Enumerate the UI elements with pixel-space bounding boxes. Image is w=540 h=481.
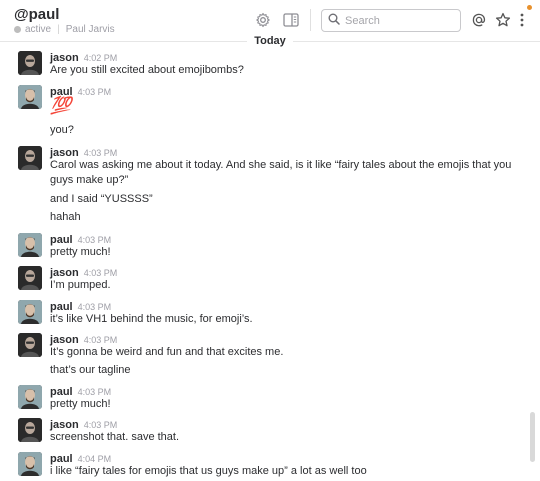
- message-timestamp[interactable]: 4:03 PM: [84, 148, 118, 158]
- message-text: Are you still excited about emojibombs?: [50, 64, 244, 76]
- message-timestamp[interactable]: 4:03 PM: [84, 268, 118, 278]
- presence-separator: |: [57, 24, 60, 35]
- avatar[interactable]: [18, 452, 42, 476]
- search-icon: [328, 12, 340, 30]
- avatar[interactable]: [18, 233, 42, 257]
- avatar[interactable]: [18, 85, 42, 109]
- message-author[interactable]: paul: [50, 234, 73, 246]
- message-text: hahah: [50, 211, 81, 223]
- message-timestamp[interactable]: 4:03 PM: [78, 387, 112, 397]
- search-box[interactable]: [321, 9, 461, 32]
- star-icon[interactable]: [493, 10, 513, 30]
- channel-title[interactable]: @paul: [14, 6, 59, 23]
- message-text: guys make up?”: [50, 174, 129, 186]
- message-author[interactable]: paul: [50, 453, 73, 465]
- at-icon[interactable]: [469, 10, 489, 30]
- message-author[interactable]: jason: [50, 334, 79, 346]
- message-author[interactable]: jason: [50, 147, 79, 159]
- message-text: screenshot that. save that.: [50, 431, 180, 443]
- message-timestamp[interactable]: 4:03 PM: [78, 87, 112, 97]
- header-divider: [310, 9, 311, 31]
- avatar[interactable]: [18, 51, 42, 75]
- hundred-points-emoji-icon[interactable]: 💯: [50, 96, 71, 116]
- presence-info: active | Paul Jarvis: [14, 24, 115, 35]
- message-timestamp[interactable]: 4:02 PM: [84, 53, 118, 63]
- message-list[interactable]: jason 4:02 PM Are you still excited about…: [0, 44, 540, 481]
- message-timestamp[interactable]: 4:04 PM: [78, 454, 112, 464]
- message-text: it’s like VH1 behind the music, for emoj…: [50, 313, 253, 325]
- avatar[interactable]: [18, 333, 42, 357]
- message-timestamp[interactable]: 4:03 PM: [78, 235, 112, 245]
- gear-icon[interactable]: [253, 10, 273, 30]
- notification-dot: [527, 5, 532, 10]
- avatar[interactable]: [18, 418, 42, 442]
- message-author[interactable]: jason: [50, 267, 79, 279]
- search-input[interactable]: [345, 14, 455, 27]
- avatar[interactable]: [18, 300, 42, 324]
- message-text: pretty much!: [50, 398, 111, 410]
- message-text: I’m pumped.: [50, 279, 111, 291]
- message-author[interactable]: paul: [50, 301, 73, 313]
- message-text: i like “fairy tales for emojis that us g…: [50, 465, 367, 477]
- member-full-name: Paul Jarvis: [65, 24, 115, 35]
- avatar[interactable]: [18, 266, 42, 290]
- message-timestamp[interactable]: 4:03 PM: [78, 302, 112, 312]
- message-text: pretty much!: [50, 246, 111, 258]
- message-timestamp[interactable]: 4:03 PM: [84, 420, 118, 430]
- message-text: It’s gonna be weird and fun and that exc…: [50, 346, 284, 358]
- message-text: that’s our tagline: [50, 364, 131, 376]
- message-author[interactable]: jason: [50, 52, 79, 64]
- message-author[interactable]: jason: [50, 419, 79, 431]
- avatar[interactable]: [18, 385, 42, 409]
- message-text: you?: [50, 124, 74, 136]
- sidebar-panel-icon[interactable]: [281, 10, 301, 30]
- message-text: Carol was asking me about it today. And …: [50, 159, 512, 171]
- message-text: and I said “YUSSSS”: [50, 193, 153, 205]
- message-list-scrollbar[interactable]: [530, 412, 535, 462]
- message-author[interactable]: paul: [50, 386, 73, 398]
- presence-status: active: [25, 24, 52, 35]
- presence-dot: [14, 26, 21, 33]
- message-timestamp[interactable]: 4:03 PM: [84, 335, 118, 345]
- avatar[interactable]: [18, 146, 42, 170]
- vertical-dots-icon[interactable]: [515, 10, 529, 30]
